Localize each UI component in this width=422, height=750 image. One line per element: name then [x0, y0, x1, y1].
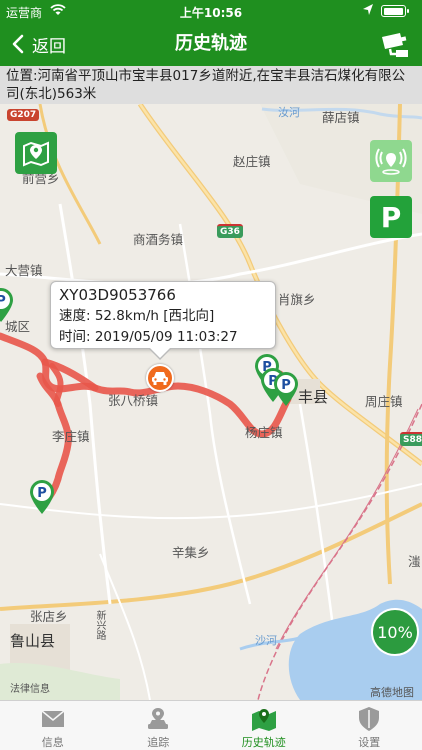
vehicle-plate: XY03D9053766 — [59, 286, 176, 304]
place-label: 辛集乡 — [172, 545, 210, 560]
signal-button[interactable] — [370, 140, 412, 182]
status-bar: 运营商 上午10:56 — [0, 0, 422, 22]
map-pin-icon — [251, 709, 276, 731]
svg-text:P: P — [37, 486, 47, 501]
shield-icon — [359, 707, 380, 731]
parking-marker[interactable]: P — [27, 478, 57, 516]
place-label: 李庄镇 — [52, 429, 90, 444]
legal-info-link[interactable]: 法律信息 — [10, 680, 50, 695]
tab-label: 信息 — [41, 736, 64, 749]
parking-marker[interactable]: P — [0, 286, 16, 324]
place-label: 汝河 — [278, 106, 300, 119]
address-bar: 位置:河南省平顶山市宝丰县017乡道附近,在宝丰县洁石煤化有限公司(东北)563… — [0, 66, 422, 104]
back-button[interactable]: 返回 — [8, 22, 66, 66]
tab-settings[interactable]: 设置 — [317, 701, 422, 750]
status-time: 上午10:56 — [179, 6, 243, 20]
parking-icon: P — [380, 200, 402, 234]
place-label: 肖旗乡 — [278, 292, 316, 307]
map-type-button[interactable] — [15, 132, 57, 174]
car-icon — [152, 372, 168, 385]
place-label: 赵庄镇 — [233, 154, 271, 169]
road-badge: G36 — [217, 224, 243, 238]
back-label: 返回 — [32, 36, 66, 57]
battery-icon — [381, 5, 409, 17]
vehicle-marker[interactable] — [146, 364, 174, 392]
camera-icon[interactable] — [378, 28, 412, 60]
place-label: 丰县 — [298, 388, 329, 406]
svg-text:P: P — [0, 294, 6, 309]
location-arrow-icon — [363, 4, 373, 15]
vehicle-time: 时间: 2019/05/09 11:03:27 — [59, 329, 238, 345]
parking-marker[interactable]: P — [271, 370, 301, 408]
vehicle-speed: 速度: 52.8km/h [西北向] — [59, 308, 215, 324]
place-label: 商酒务镇 — [133, 232, 184, 247]
place-label: 滍 — [408, 554, 421, 569]
place-label: 周庄镇 — [365, 394, 403, 409]
place-label: 张八桥镇 — [108, 393, 159, 408]
place-label: 薛店镇 — [322, 110, 360, 125]
place-label: 杨庄镇 — [245, 425, 283, 440]
place-label: 沙河 — [255, 634, 277, 647]
chevron-left-icon — [12, 34, 24, 54]
tab-label: 追踪 — [147, 736, 170, 749]
place-label: 大营镇 — [5, 263, 43, 278]
tab-label: 历史轨迹 — [241, 736, 286, 749]
tab-tracking[interactable]: 追踪 — [106, 701, 212, 750]
mail-icon — [41, 710, 65, 727]
road-badge: G207 — [7, 109, 40, 121]
signal-location-icon — [375, 148, 407, 175]
map-provider-logo: 高德地图 — [370, 686, 414, 699]
car-location-icon — [148, 708, 169, 729]
road-label: 新兴路 — [94, 610, 105, 640]
tab-label: 设置 — [358, 736, 381, 749]
tab-history-track[interactable]: 历史轨迹 — [211, 701, 317, 750]
nav-bar: 返回 历史轨迹 — [0, 22, 422, 66]
place-label: 鲁山县 — [10, 632, 56, 650]
parking-toggle-button[interactable]: P — [370, 196, 412, 238]
map-view[interactable]: 薛店镇 赵庄镇 前营乡 商酒务镇 大营镇 肖旗乡 城区 丰县 张八桥镇 周庄镇 … — [0, 104, 422, 700]
place-label: 张店乡 — [30, 609, 68, 624]
map-icon — [23, 141, 49, 167]
vehicle-info-popup: XY03D9053766 速度: 52.8km/h [西北向] 时间: 2019… — [50, 281, 276, 360]
zoom-level-badge[interactable]: 10% — [371, 608, 419, 656]
tab-bar: 信息 追踪 历史轨迹 设置 — [0, 700, 422, 750]
svg-text:P: P — [281, 378, 291, 393]
road-badge: S88 — [400, 432, 422, 446]
tab-info[interactable]: 信息 — [0, 701, 106, 750]
